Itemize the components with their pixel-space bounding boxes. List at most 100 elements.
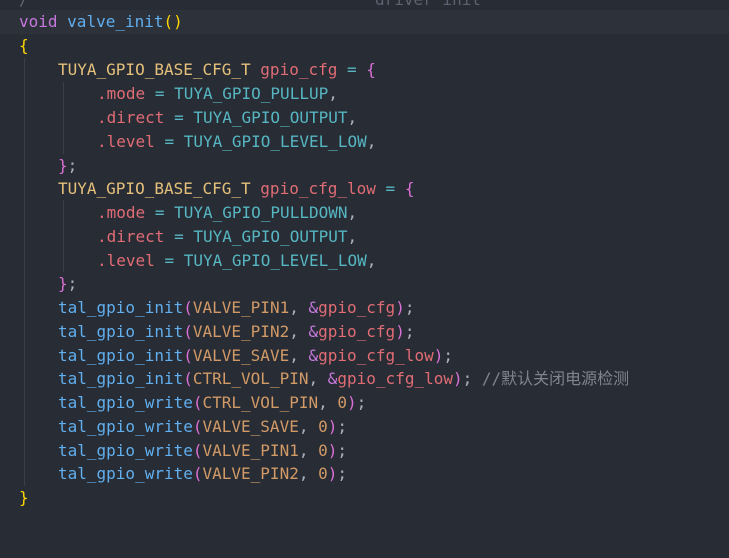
constant: TUYA_GPIO_PULLDOWN	[174, 203, 348, 222]
operator: =	[174, 108, 184, 127]
code-line[interactable]: }	[0, 486, 39, 510]
punctuation: ,	[289, 346, 299, 365]
macro-arg: CTRL_VOL_PIN	[192, 369, 309, 388]
field-name: .direct	[97, 227, 165, 246]
macro-arg: VALVE_SAVE	[202, 417, 299, 436]
paren: (	[163, 12, 174, 31]
code-line[interactable]: .mode = TUYA_GPIO_PULLDOWN,	[0, 201, 357, 225]
paren: )	[395, 298, 405, 317]
brace: {	[366, 60, 376, 79]
constant: TUYA_GPIO_LEVEL_LOW	[183, 132, 367, 151]
code-line[interactable]: tal_gpio_write(VALVE_PIN2, 0);	[0, 462, 347, 486]
code-line[interactable]: .direct = TUYA_GPIO_OUTPUT,	[0, 225, 357, 249]
operator: =	[164, 132, 175, 151]
punctuation: ,	[366, 132, 377, 151]
operator: =	[347, 60, 357, 79]
number-literal: 0	[337, 393, 348, 412]
paren: )	[327, 464, 338, 483]
close-brace: }	[58, 274, 68, 293]
code-line[interactable]: tal_gpio_init(VALVE_PIN2, &gpio_cfg);	[0, 320, 414, 344]
code-line[interactable]: .level = TUYA_GPIO_LEVEL_LOW,	[0, 249, 376, 273]
code-line[interactable]: .level = TUYA_GPIO_LEVEL_LOW,	[0, 130, 376, 154]
paren: (	[183, 369, 193, 388]
punctuation: ,	[328, 84, 338, 103]
variable-arg: gpio_cfg_low	[337, 369, 453, 388]
punctuation: ,	[298, 417, 309, 436]
open-brace: {	[19, 36, 29, 55]
address-operator: &	[308, 322, 319, 341]
paren: (	[192, 464, 203, 483]
code-line[interactable]: .direct = TUYA_GPIO_OUTPUT,	[0, 106, 357, 130]
punctuation: ,	[347, 227, 358, 246]
code-line[interactable]: tal_gpio_write(VALVE_PIN1, 0);	[0, 439, 347, 463]
function-call: tal_gpio_init	[58, 346, 184, 365]
indent-guide	[63, 82, 64, 154]
variable-name: gpio_cfg_low	[260, 179, 376, 198]
operator: =	[154, 203, 165, 222]
field-name: .level	[97, 132, 155, 151]
address-operator: &	[308, 346, 319, 365]
function-call: tal_gpio_init	[58, 322, 184, 341]
brace: {	[404, 179, 415, 198]
punctuation: ,	[298, 441, 309, 460]
punctuation: ;	[337, 464, 348, 483]
close-brace: }	[19, 488, 29, 507]
code-line[interactable]: tal_gpio_write(VALVE_SAVE, 0);	[0, 415, 347, 439]
field-name: .mode	[97, 203, 146, 222]
variable-arg: gpio_cfg	[318, 322, 396, 341]
punctuation: ;	[404, 298, 415, 317]
keyword: void	[19, 12, 58, 31]
paren: )	[347, 393, 357, 412]
constant: TUYA_GPIO_OUTPUT	[193, 108, 348, 127]
operator: =	[385, 179, 396, 198]
constant: TUYA_GPIO_LEVEL_LOW	[183, 251, 367, 270]
macro-arg: CTRL_VOL_PIN	[202, 393, 319, 412]
paren: )	[433, 346, 444, 365]
type-name: TUYA_GPIO_BASE_CFG_T	[58, 179, 251, 198]
constant: TUYA_GPIO_OUTPUT	[193, 227, 348, 246]
code-comment: //默认关闭电源检测	[481, 369, 630, 388]
paren: )	[327, 441, 338, 460]
close-brace: }	[58, 156, 68, 175]
code-line[interactable]: tal_gpio_write(CTRL_VOL_PIN, 0);	[0, 391, 366, 415]
punctuation: ,	[347, 203, 358, 222]
macro-arg: VALVE_SAVE	[192, 346, 290, 365]
code-line[interactable]: {	[0, 34, 39, 58]
code-editor[interactable]: / driver init void valve_init() { TUYA_G…	[0, 0, 729, 537]
paren: (	[183, 346, 193, 365]
code-line[interactable]: TUYA_GPIO_BASE_CFG_T gpio_cfg = {	[0, 58, 376, 82]
paren: )	[452, 369, 463, 388]
punctuation: ;	[337, 417, 348, 436]
address-operator: &	[327, 369, 338, 388]
operator: =	[164, 251, 175, 270]
paren: (	[192, 417, 203, 436]
address-operator: &	[308, 298, 319, 317]
macro-arg: VALVE_PIN1	[202, 441, 299, 460]
punctuation: ,	[289, 298, 299, 317]
constant: TUYA_GPIO_PULLUP	[174, 84, 329, 103]
code-line[interactable]: tal_gpio_init(CTRL_VOL_PIN, &gpio_cfg_lo…	[0, 367, 629, 391]
code-line[interactable]: tal_gpio_init(VALVE_SAVE, &gpio_cfg_low)…	[0, 344, 453, 368]
punctuation: ,	[366, 251, 377, 270]
code-line[interactable]: TUYA_GPIO_BASE_CFG_T gpio_cfg_low = {	[0, 177, 414, 201]
code-line[interactable]: };	[0, 272, 77, 296]
paren: (	[183, 322, 193, 341]
field-name: .mode	[97, 84, 146, 103]
function-call: tal_gpio_init	[58, 369, 184, 388]
code-line[interactable]: };	[0, 154, 77, 178]
punctuation: ,	[289, 322, 299, 341]
field-name: .direct	[97, 108, 165, 127]
paren: )	[327, 417, 338, 436]
paren: (	[192, 441, 203, 460]
function-call: tal_gpio_write	[58, 393, 193, 412]
number-literal: 0	[318, 464, 328, 483]
punctuation: ;	[67, 156, 78, 175]
punctuation: ,	[308, 369, 319, 388]
code-line[interactable]: tal_gpio_init(VALVE_PIN1, &gpio_cfg);	[0, 296, 414, 320]
code-line[interactable]: void valve_init()	[0, 10, 729, 34]
paren: (	[192, 393, 203, 412]
operator: =	[154, 84, 165, 103]
function-name: valve_init	[67, 12, 164, 31]
code-line[interactable]: .mode = TUYA_GPIO_PULLUP,	[0, 82, 338, 106]
punctuation: ,	[347, 108, 358, 127]
